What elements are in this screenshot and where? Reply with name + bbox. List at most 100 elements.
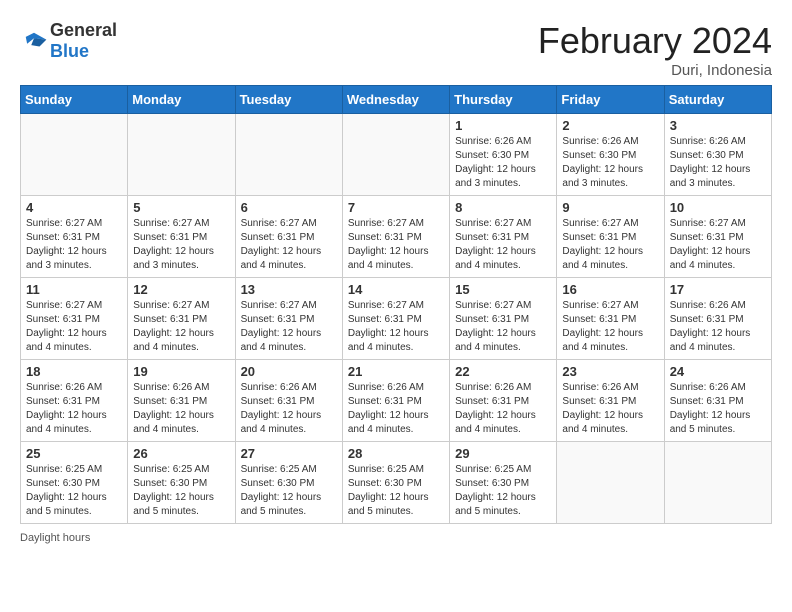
day-info: Sunrise: 6:27 AM Sunset: 6:31 PM Dayligh… [455,217,551,273]
day-number: 29 [455,446,551,461]
day-info: Sunrise: 6:27 AM Sunset: 6:31 PM Dayligh… [133,299,229,355]
page-container: General Blue February 2024 Duri, Indones… [0,0,792,554]
day-number: 10 [670,200,766,215]
day-info: Sunrise: 6:27 AM Sunset: 6:31 PM Dayligh… [241,299,337,355]
day-info: Sunrise: 6:25 AM Sunset: 6:30 PM Dayligh… [455,463,551,519]
day-number: 22 [455,364,551,379]
daylight-label: Daylight hours [20,532,90,544]
day-info: Sunrise: 6:26 AM Sunset: 6:30 PM Dayligh… [562,135,658,191]
logo-bird-icon [20,30,48,52]
day-number: 19 [133,364,229,379]
day-info: Sunrise: 6:26 AM Sunset: 6:31 PM Dayligh… [241,381,337,437]
calendar-cell: 10 Sunrise: 6:27 AM Sunset: 6:31 PM Dayli… [664,196,771,278]
day-number: 25 [26,446,122,461]
day-info: Sunrise: 6:26 AM Sunset: 6:31 PM Dayligh… [670,381,766,437]
calendar-cell: 26 Sunrise: 6:25 AM Sunset: 6:30 PM Dayli… [128,442,235,524]
day-number: 5 [133,200,229,215]
day-number: 27 [241,446,337,461]
footer: Daylight hours [20,532,772,544]
day-info: Sunrise: 6:26 AM Sunset: 6:31 PM Dayligh… [133,381,229,437]
logo-blue: Blue [50,41,89,61]
calendar-cell: 23 Sunrise: 6:26 AM Sunset: 6:31 PM Dayli… [557,360,664,442]
col-header-monday: Monday [128,86,235,114]
calendar-cell: 22 Sunrise: 6:26 AM Sunset: 6:31 PM Dayli… [450,360,557,442]
day-number: 17 [670,282,766,297]
day-number: 15 [455,282,551,297]
calendar-cell: 6 Sunrise: 6:27 AM Sunset: 6:31 PM Daylig… [235,196,342,278]
calendar-cell: 20 Sunrise: 6:26 AM Sunset: 6:31 PM Dayli… [235,360,342,442]
calendar-cell [557,442,664,524]
day-info: Sunrise: 6:26 AM Sunset: 6:30 PM Dayligh… [670,135,766,191]
col-header-sunday: Sunday [21,86,128,114]
calendar-cell: 4Sunrise: 6:27 AM Sunset: 6:31 PM Daylig… [21,196,128,278]
calendar-table: SundayMondayTuesdayWednesdayThursdayFrid… [20,85,772,524]
calendar-cell: 11Sunrise: 6:27 AM Sunset: 6:31 PM Dayli… [21,278,128,360]
calendar-cell: 14Sunrise: 6:27 AM Sunset: 6:31 PM Dayli… [342,278,449,360]
calendar-cell: 13Sunrise: 6:27 AM Sunset: 6:31 PM Dayli… [235,278,342,360]
calendar-cell: 21 Sunrise: 6:26 AM Sunset: 6:31 PM Dayli… [342,360,449,442]
day-info: Sunrise: 6:27 AM Sunset: 6:31 PM Dayligh… [26,299,122,355]
calendar-cell: 18 Sunrise: 6:26 AM Sunset: 6:31 PM Dayli… [21,360,128,442]
calendar-cell: 28Sunrise: 6:25 AM Sunset: 6:30 PM Dayli… [342,442,449,524]
calendar-cell: 24 Sunrise: 6:26 AM Sunset: 6:31 PM Dayli… [664,360,771,442]
day-number: 26 [133,446,229,461]
day-info: Sunrise: 6:26 AM Sunset: 6:30 PM Dayligh… [455,135,551,191]
calendar-cell [21,114,128,196]
day-number: 24 [670,364,766,379]
day-info: Sunrise: 6:27 AM Sunset: 6:31 PM Dayligh… [670,217,766,273]
calendar-cell [664,442,771,524]
day-number: 18 [26,364,122,379]
logo: General Blue [20,20,117,62]
day-info: Sunrise: 6:25 AM Sunset: 6:30 PM Dayligh… [241,463,337,519]
day-number: 7 [348,200,444,215]
day-info: Sunrise: 6:26 AM Sunset: 6:31 PM Dayligh… [562,381,658,437]
calendar-header-row: SundayMondayTuesdayWednesdayThursdayFrid… [21,86,772,114]
day-info: Sunrise: 6:27 AM Sunset: 6:31 PM Dayligh… [241,217,337,273]
title-block: February 2024 Duri, Indonesia [538,20,772,79]
day-info: Sunrise: 6:26 AM Sunset: 6:31 PM Dayligh… [26,381,122,437]
calendar-cell: 16 Sunrise: 6:27 AM Sunset: 6:31 PM Dayli… [557,278,664,360]
calendar-cell: 15 Sunrise: 6:27 AM Sunset: 6:31 PM Dayli… [450,278,557,360]
header: General Blue February 2024 Duri, Indones… [20,20,772,79]
calendar-title: February 2024 [538,20,772,62]
day-number: 2 [562,118,658,133]
logo-text: General Blue [50,20,117,62]
day-info: Sunrise: 6:27 AM Sunset: 6:31 PM Dayligh… [455,299,551,355]
day-number: 12 [133,282,229,297]
day-number: 16 [562,282,658,297]
day-number: 9 [562,200,658,215]
calendar-cell: 7 Sunrise: 6:27 AM Sunset: 6:31 PM Daylig… [342,196,449,278]
day-info: Sunrise: 6:26 AM Sunset: 6:31 PM Dayligh… [455,381,551,437]
calendar-cell: 29 Sunrise: 6:25 AM Sunset: 6:30 PM Dayli… [450,442,557,524]
day-number: 14 [348,282,444,297]
day-info: Sunrise: 6:26 AM Sunset: 6:31 PM Dayligh… [348,381,444,437]
day-number: 20 [241,364,337,379]
col-header-saturday: Saturday [664,86,771,114]
calendar-week-5: 25 Sunrise: 6:25 AM Sunset: 6:30 PM Dayli… [21,442,772,524]
calendar-week-3: 11Sunrise: 6:27 AM Sunset: 6:31 PM Dayli… [21,278,772,360]
day-number: 23 [562,364,658,379]
day-info: Sunrise: 6:25 AM Sunset: 6:30 PM Dayligh… [26,463,122,519]
day-info: Sunrise: 6:27 AM Sunset: 6:31 PM Dayligh… [562,299,658,355]
col-header-tuesday: Tuesday [235,86,342,114]
day-number: 21 [348,364,444,379]
day-info: Sunrise: 6:27 AM Sunset: 6:31 PM Dayligh… [26,217,122,273]
day-number: 8 [455,200,551,215]
calendar-cell [342,114,449,196]
calendar-cell: 12 Sunrise: 6:27 AM Sunset: 6:31 PM Dayli… [128,278,235,360]
calendar-cell [235,114,342,196]
calendar-cell: 17Sunrise: 6:26 AM Sunset: 6:31 PM Dayli… [664,278,771,360]
col-header-wednesday: Wednesday [342,86,449,114]
day-number: 6 [241,200,337,215]
calendar-week-4: 18 Sunrise: 6:26 AM Sunset: 6:31 PM Dayli… [21,360,772,442]
col-header-thursday: Thursday [450,86,557,114]
day-info: Sunrise: 6:27 AM Sunset: 6:31 PM Dayligh… [348,217,444,273]
calendar-week-1: 1 Sunrise: 6:26 AM Sunset: 6:30 PM Daylig… [21,114,772,196]
day-number: 1 [455,118,551,133]
day-info: Sunrise: 6:25 AM Sunset: 6:30 PM Dayligh… [133,463,229,519]
calendar-cell: 27 Sunrise: 6:25 AM Sunset: 6:30 PM Dayli… [235,442,342,524]
calendar-cell: 19 Sunrise: 6:26 AM Sunset: 6:31 PM Dayli… [128,360,235,442]
day-number: 3 [670,118,766,133]
col-header-friday: Friday [557,86,664,114]
calendar-cell: 8 Sunrise: 6:27 AM Sunset: 6:31 PM Daylig… [450,196,557,278]
